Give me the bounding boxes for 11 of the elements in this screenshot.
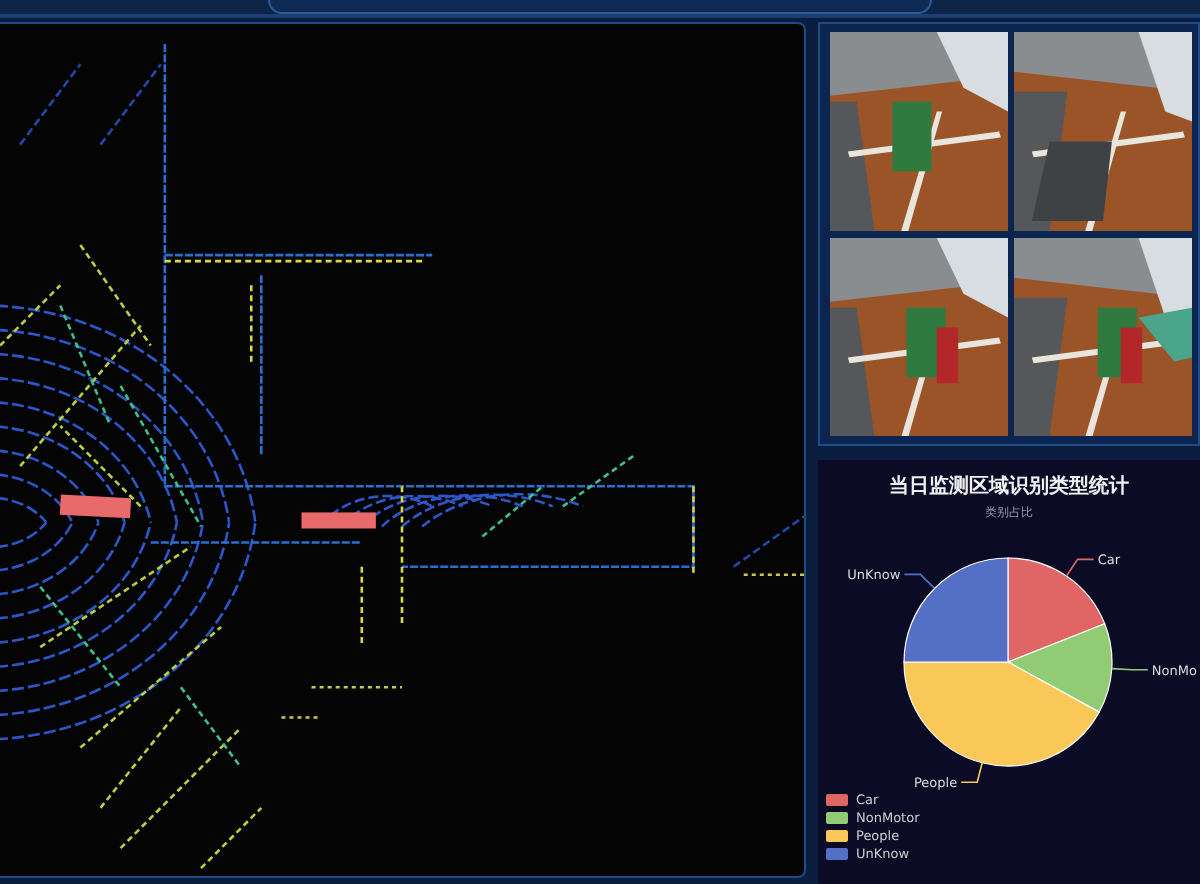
legend-swatch[interactable]	[826, 830, 848, 842]
leader-line	[1111, 667, 1149, 671]
leader-line	[903, 573, 936, 590]
object-marker	[59, 494, 132, 519]
legend-swatch[interactable]	[826, 812, 848, 824]
chart-title: 当日监测区域识别类型统计	[889, 473, 1129, 500]
object-marker	[301, 512, 376, 529]
legend-swatch[interactable]	[826, 794, 848, 806]
leader-line	[1065, 558, 1095, 577]
legend-swatch[interactable]	[826, 848, 848, 860]
leader-line	[960, 762, 983, 783]
